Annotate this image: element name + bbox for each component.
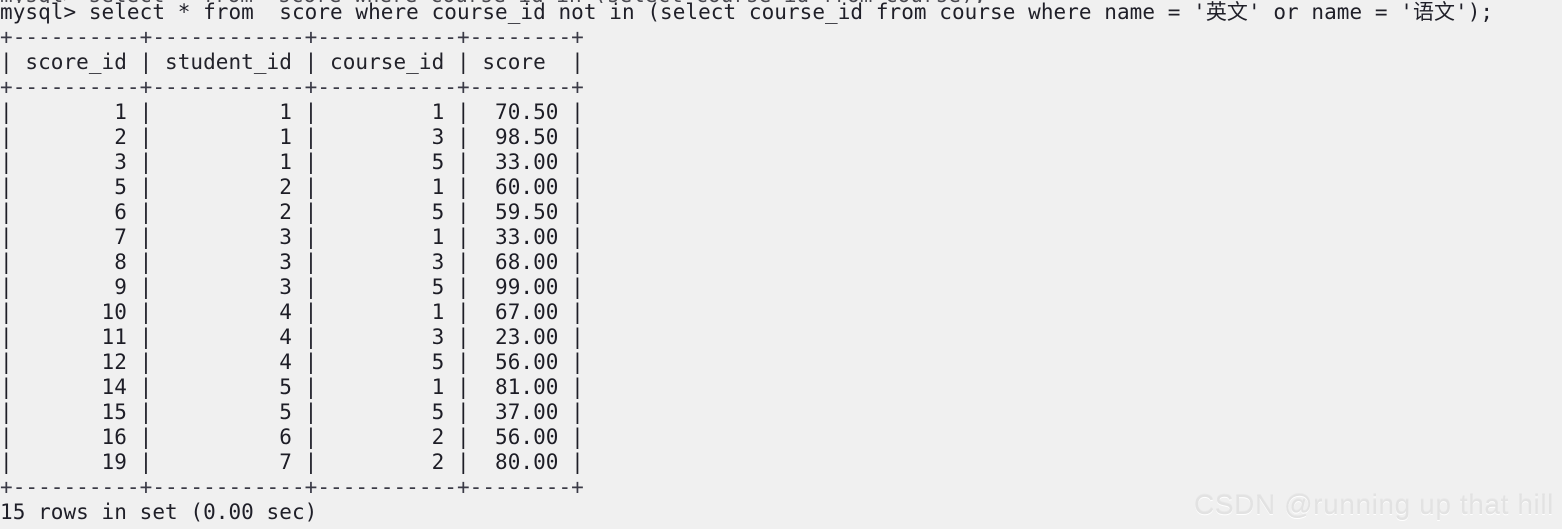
table-rule-top: +----------+------------+-----------+---… xyxy=(0,25,584,49)
table-row: | 16 | 6 | 2 | 56.00 | xyxy=(0,425,584,449)
terminal-output: mysql> select * from score where course_… xyxy=(0,0,1562,525)
result-summary: 15 rows in set (0.00 sec) xyxy=(0,500,318,524)
table-row: | 3 | 1 | 5 | 33.00 | xyxy=(0,150,584,174)
table-rule-header: +----------+------------+-----------+---… xyxy=(0,75,584,99)
table-row: | 5 | 2 | 1 | 60.00 | xyxy=(0,175,584,199)
table-row: | 2 | 1 | 3 | 98.50 | xyxy=(0,125,584,149)
table-row: | 8 | 3 | 3 | 68.00 | xyxy=(0,250,584,274)
table-row: | 7 | 3 | 1 | 33.00 | xyxy=(0,225,584,249)
table-rule-bottom: +----------+------------+-----------+---… xyxy=(0,475,584,499)
table-row: | 19 | 7 | 2 | 80.00 | xyxy=(0,450,584,474)
table-row: | 12 | 4 | 5 | 56.00 | xyxy=(0,350,584,374)
table-row: | 11 | 4 | 3 | 23.00 | xyxy=(0,325,584,349)
table-row: | 14 | 5 | 1 | 81.00 | xyxy=(0,375,584,399)
table-row: | 10 | 4 | 1 | 67.00 | xyxy=(0,300,584,324)
table-row: | 9 | 3 | 5 | 99.00 | xyxy=(0,275,584,299)
table-row: | 15 | 5 | 5 | 37.00 | xyxy=(0,400,584,424)
sql-query-line[interactable]: mysql> select * from score where course_… xyxy=(0,0,1562,25)
table-row: | 1 | 1 | 1 | 70.50 | xyxy=(0,100,584,124)
mysql-terminal-window[interactable]: mysql> select * from score where course_… xyxy=(0,0,1562,529)
table-row: | 6 | 2 | 5 | 59.50 | xyxy=(0,200,584,224)
table-header-row: | score_id | student_id | course_id | sc… xyxy=(0,50,584,74)
